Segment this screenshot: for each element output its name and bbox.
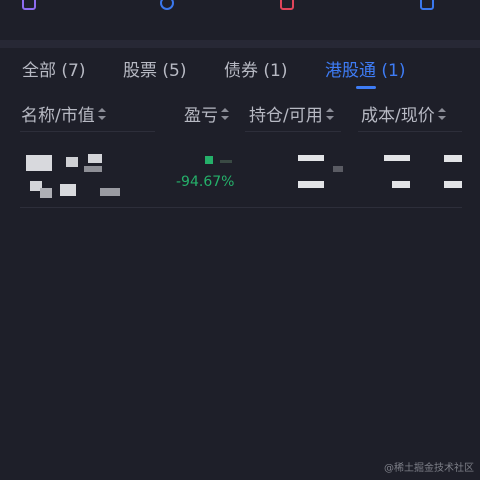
header-underline [20,131,155,132]
sort-icon [325,107,334,120]
column-header-pnl[interactable]: 盈亏 [184,101,229,126]
holdings-tabs: 全部 (7) 股票 (5) 债券 (1) 港股通 (1) [0,48,480,92]
masked-text [392,181,410,188]
column-label: 成本/现价 [361,106,435,126]
tab-bonds[interactable]: 债券 (1) [224,56,287,81]
section-divider [0,40,480,48]
masked-pnl-amount [205,156,213,164]
sort-icon [437,107,446,120]
shortcut-4[interactable] [420,0,442,18]
column-label: 名称/市值 [21,106,95,126]
watermark: @稀土掘金技术社区 [384,463,474,474]
column-header-name-market-value[interactable]: 名称/市值 [21,101,106,126]
masked-text [444,181,462,188]
masked-text [26,155,52,171]
tab-all[interactable]: 全部 (7) [22,56,85,81]
active-tab-indicator [356,86,376,89]
holding-row[interactable] [20,140,462,208]
shortcut-1[interactable] [22,0,44,18]
tab-hk-connect[interactable]: 港股通 (1) [325,56,405,81]
column-label: 盈亏 [184,106,218,126]
shortcut-1-icon [22,0,36,10]
search-icon [160,0,174,10]
masked-text [100,188,120,196]
header-underline [245,131,341,132]
row-divider [20,207,462,208]
shortcut-3-icon [280,0,294,10]
masked-text [298,181,324,188]
column-label: 持仓/可用 [249,106,323,126]
masked-text [66,157,78,167]
sort-icon [221,107,229,120]
shortcut-2[interactable] [160,0,182,18]
masked-text [88,154,102,163]
header-underline [358,131,462,132]
column-header-cost-price[interactable]: 成本/现价 [361,101,446,126]
shortcut-4-icon [420,0,434,10]
column-header-position-available[interactable]: 持仓/可用 [249,101,334,126]
masked-text [60,184,76,196]
shortcut-3[interactable] [280,0,302,18]
masked-pnl-amount [220,160,232,163]
tab-stocks[interactable]: 股票 (5) [123,56,186,81]
masked-text [333,166,343,172]
masked-text [84,166,102,172]
masked-text [444,155,462,162]
sort-icon [97,107,106,120]
masked-text [298,155,324,161]
pnl-percent: -94.67% [176,174,235,190]
masked-text [384,155,410,161]
shortcut-bar [0,0,480,40]
masked-text [40,188,52,198]
